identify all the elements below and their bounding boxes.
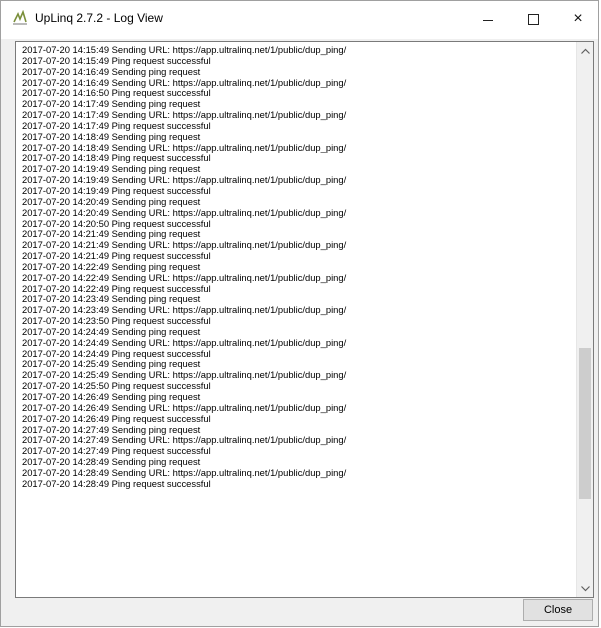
log-line: 2017-07-20 14:25:50 Ping request success… <box>22 381 211 392</box>
uplinq-app-icon <box>12 9 28 26</box>
close-button[interactable]: Close <box>523 599 593 621</box>
log-line: 2017-07-20 14:18:49 Sending URL: https:/… <box>22 142 347 153</box>
log-line: 2017-07-20 14:22:49 Sending ping request <box>22 261 201 272</box>
log-line: 2017-07-20 14:20:50 Ping request success… <box>22 218 211 229</box>
log-line: 2017-07-20 14:15:49 Sending URL: https:/… <box>22 45 347 55</box>
vertical-scrollbar[interactable] <box>576 42 593 597</box>
log-line: 2017-07-20 14:26:49 Sending ping request <box>22 392 201 402</box>
log-line: 2017-07-20 14:16:50 Ping request success… <box>22 88 211 99</box>
log-line: 2017-07-20 14:15:49 Ping request success… <box>22 55 211 66</box>
title-bar[interactable]: UpLinq 2.7.2 - Log View × <box>1 1 598 39</box>
log-line: 2017-07-20 14:17:49 Sending URL: https:/… <box>22 110 347 121</box>
log-line: 2017-07-20 14:26:49 Ping request success… <box>22 413 211 424</box>
log-line: 2017-07-20 14:27:49 Ping request success… <box>22 446 211 457</box>
log-line: 2017-07-20 14:18:49 Ping request success… <box>22 153 211 164</box>
log-line: 2017-07-20 14:20:49 Sending ping request <box>22 196 201 207</box>
log-line: 2017-07-20 14:22:49 Sending URL: https:/… <box>22 272 347 283</box>
log-line: 2017-07-20 14:24:49 Ping request success… <box>22 348 211 359</box>
log-line: 2017-07-20 14:21:49 Sending ping request <box>22 229 201 240</box>
log-lines: 2017-07-20 14:15:49 Sending URL: https:/… <box>22 45 573 490</box>
close-window-button[interactable]: × <box>555 1 601 37</box>
log-line: 2017-07-20 14:22:49 Ping request success… <box>22 283 211 294</box>
chevron-down-icon[interactable] <box>577 580 593 597</box>
scroll-thumb[interactable] <box>579 348 591 499</box>
log-line: 2017-07-20 14:19:49 Sending ping request <box>22 164 201 175</box>
log-line: 2017-07-20 14:18:49 Sending ping request <box>22 131 201 142</box>
log-line: 2017-07-20 14:21:49 Sending URL: https:/… <box>22 240 347 251</box>
log-line: 2017-07-20 14:17:49 Ping request success… <box>22 120 211 131</box>
close-icon: × <box>573 10 583 27</box>
log-line: 2017-07-20 14:28:49 Sending ping request <box>22 457 201 468</box>
log-line: 2017-07-20 14:24:49 Sending ping request <box>22 326 201 337</box>
window-title: UpLinq 2.7.2 - Log View <box>35 11 163 25</box>
log-line: 2017-07-20 14:24:49 Sending URL: https:/… <box>22 337 347 348</box>
log-line: 2017-07-20 14:27:49 Sending ping request <box>22 424 201 435</box>
log-line: 2017-07-20 14:19:49 Ping request success… <box>22 185 211 196</box>
log-line: 2017-07-20 14:23:49 Sending URL: https:/… <box>22 305 347 316</box>
log-view-window: UpLinq 2.7.2 - Log View × 2017-07-20 14:… <box>0 0 599 627</box>
log-line: 2017-07-20 14:26:49 Sending URL: https:/… <box>22 402 347 413</box>
log-line: 2017-07-20 14:23:49 Sending ping request <box>22 294 201 305</box>
log-line: 2017-07-20 14:17:49 Sending ping request <box>22 99 201 110</box>
log-line: 2017-07-20 14:20:49 Sending URL: https:/… <box>22 207 347 218</box>
log-line: 2017-07-20 14:16:49 Sending URL: https:/… <box>22 77 347 88</box>
log-line: 2017-07-20 14:25:49 Sending URL: https:/… <box>22 370 347 381</box>
maximize-button[interactable] <box>510 1 556 37</box>
chevron-up-icon[interactable] <box>577 42 593 59</box>
log-text-area[interactable]: 2017-07-20 14:15:49 Sending URL: https:/… <box>15 41 594 598</box>
scroll-track[interactable] <box>577 59 593 580</box>
log-line: 2017-07-20 14:23:50 Ping request success… <box>22 316 211 327</box>
log-line: 2017-07-20 14:19:49 Sending URL: https:/… <box>22 175 347 186</box>
log-line: 2017-07-20 14:16:49 Sending ping request <box>22 66 201 77</box>
log-line: 2017-07-20 14:28:49 Sending URL: https:/… <box>22 467 347 478</box>
minimize-button[interactable] <box>465 1 511 37</box>
log-line: 2017-07-20 14:27:49 Sending URL: https:/… <box>22 435 347 446</box>
log-line: 2017-07-20 14:25:49 Sending ping request <box>22 359 201 370</box>
log-line: 2017-07-20 14:21:49 Ping request success… <box>22 251 211 262</box>
log-line: 2017-07-20 14:28:49 Ping request success… <box>22 478 211 489</box>
